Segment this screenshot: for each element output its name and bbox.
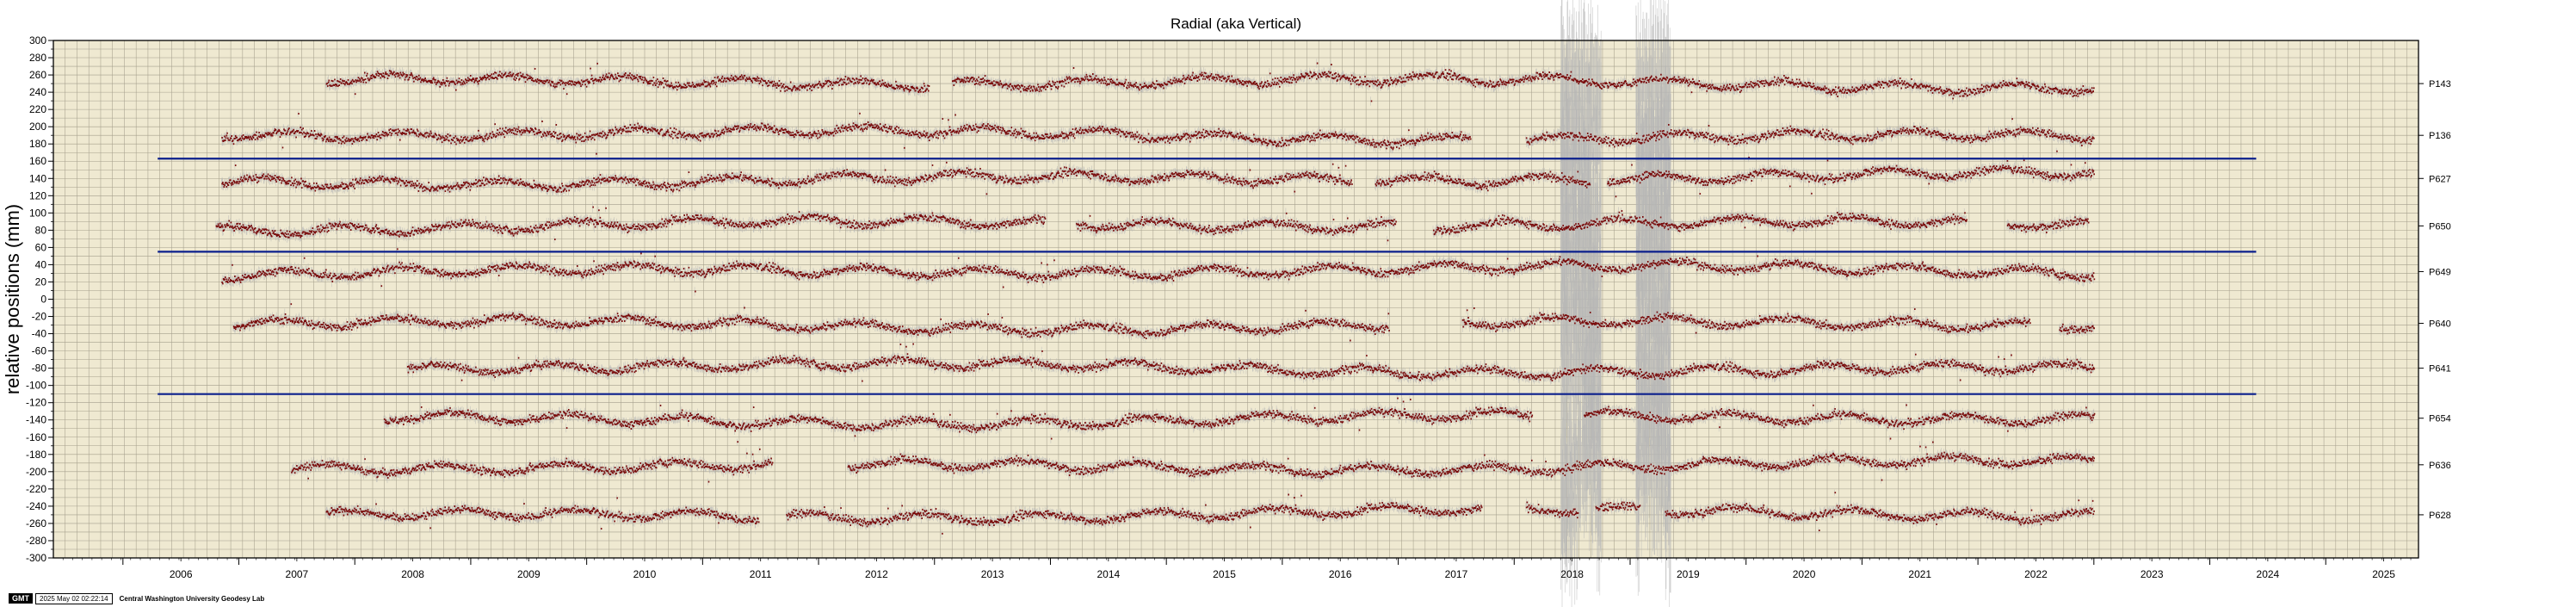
x-tick-label: 2014 <box>1096 568 1120 580</box>
x-tick-label: 2015 <box>1213 568 1236 580</box>
x-tick-label: 2022 <box>2024 568 2048 580</box>
x-tick-label: 2009 <box>517 568 541 580</box>
x-tick-label: 2012 <box>865 568 888 580</box>
station-label-p650: P650 <box>2429 221 2451 232</box>
y-tick-label: -280 <box>26 535 46 547</box>
y-tick-label: -220 <box>26 483 46 495</box>
x-tick-label: 2011 <box>750 568 772 580</box>
y-tick-label: 140 <box>29 172 46 184</box>
station-label-p640: P640 <box>2429 319 2451 330</box>
footer: GMT 2025 May 02 02:22:14 Central Washing… <box>9 592 264 604</box>
y-tick-label: -20 <box>32 311 47 323</box>
y-tick-label: 260 <box>29 69 46 81</box>
x-tick-label: 2024 <box>2257 568 2280 580</box>
y-axis-label: relative positions (mm) <box>2 204 23 394</box>
station-label-p649: P649 <box>2429 267 2451 277</box>
y-tick-label: -80 <box>32 362 47 375</box>
station-labels: P143 P136 P627 P650 P649 P640 P641 P654 P636 P628 <box>2418 79 2451 521</box>
chart-title: Radial (aka Vertical) <box>1171 15 1301 32</box>
station-label-p636: P636 <box>2429 461 2451 471</box>
y-tick-label: -200 <box>26 466 46 478</box>
station-label-p641: P641 <box>2429 364 2451 375</box>
y-tick-label: -120 <box>26 397 46 409</box>
y-tick-label: -180 <box>26 449 46 461</box>
y-tick-label: 20 <box>35 276 47 288</box>
y-tick-label: -260 <box>26 517 46 530</box>
x-tick-label: 2023 <box>2140 568 2164 580</box>
gmt-logo: GMT <box>9 593 33 604</box>
x-tick-label: 2021 <box>1908 568 1931 580</box>
x-tick-label: 2017 <box>1445 568 1468 580</box>
station-label-p136: P136 <box>2429 131 2451 141</box>
y-tick-label: 160 <box>29 155 46 167</box>
y-tick-label: 100 <box>29 207 46 219</box>
y-tick-label: -100 <box>26 380 46 392</box>
station-label-p654: P654 <box>2429 414 2451 424</box>
y-tick-label: -300 <box>26 552 46 564</box>
y-tick-label: 240 <box>29 86 46 98</box>
x-tick-label: 2010 <box>633 568 657 580</box>
x-tick-label: 2008 <box>401 568 424 580</box>
timestamp: 2025 May 02 02:22:14 <box>35 592 113 604</box>
y-tick-label: 180 <box>29 138 46 150</box>
y-tick-label: -40 <box>32 328 47 340</box>
x-tick-label: 2019 <box>1677 568 1700 580</box>
x-tick-label: 2025 <box>2372 568 2395 580</box>
y-tick-label: -60 <box>32 345 47 357</box>
y-tick-label: 200 <box>29 121 46 133</box>
y-tick-label: 300 <box>29 34 46 46</box>
y-tick-label: 280 <box>29 52 46 64</box>
y-tick-label: -240 <box>26 500 46 512</box>
y-tick-label: 80 <box>35 224 47 236</box>
credit-text: Central Washington University Geodesy La… <box>119 594 265 603</box>
y-tick-label: 220 <box>29 103 46 115</box>
grid-lines <box>53 40 2418 558</box>
x-tick-label: 2018 <box>1560 568 1584 580</box>
x-tick-label: 2006 <box>170 568 193 580</box>
gps-timeseries-chart: 3002802602402202001801601401201008060402… <box>2 0 2451 607</box>
y-tick-label: -160 <box>26 431 46 443</box>
x-tick-label: 2020 <box>1793 568 1816 580</box>
station-label-p143: P143 <box>2429 79 2451 90</box>
x-tick-label: 2013 <box>981 568 1004 580</box>
x-tick-label: 2007 <box>286 568 309 580</box>
y-tick-label: 0 <box>40 294 46 306</box>
x-tick-label: 2016 <box>1329 568 1352 580</box>
y-tick-label: 40 <box>35 258 47 270</box>
station-label-p627: P627 <box>2429 174 2451 184</box>
station-label-p628: P628 <box>2429 511 2451 521</box>
y-tick-label: 120 <box>29 189 46 201</box>
y-tick-label: 60 <box>35 241 47 253</box>
y-tick-label: -140 <box>26 414 46 426</box>
